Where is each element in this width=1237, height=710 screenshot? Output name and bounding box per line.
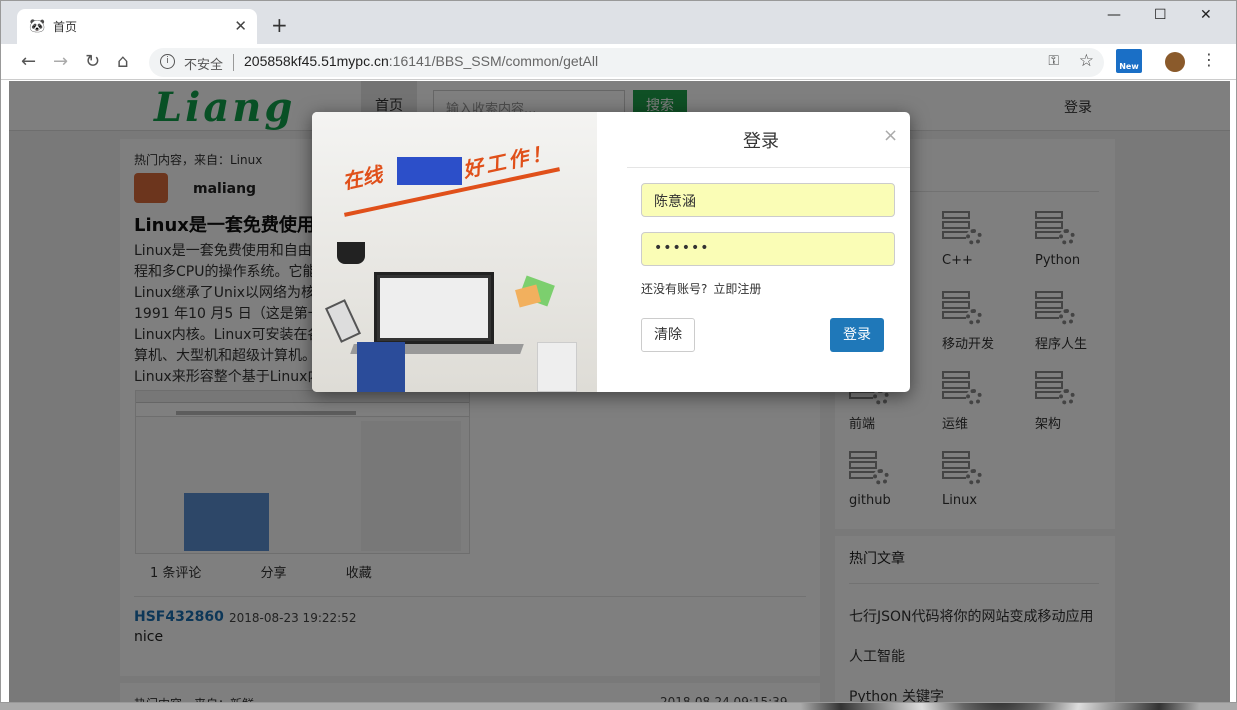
minimize-button[interactable]: — (1107, 7, 1121, 23)
slogan-left: 在线 (340, 162, 385, 194)
maximize-button[interactable]: ☐ (1154, 7, 1167, 23)
coffee-cup-icon (337, 242, 365, 264)
web-page: Liang 首页 输入收索内容... 搜索 登录 热门内容，来自：Linux m… (9, 81, 1230, 702)
phone-icon (325, 299, 361, 343)
slogan-right: 好工作！ (460, 139, 556, 183)
username-input[interactable]: 陈意涵 (641, 183, 895, 217)
window-close-button[interactable]: ✕ (1200, 7, 1212, 23)
bookmark-star-icon[interactable]: ☆ (1079, 51, 1094, 71)
login-modal: 在线 好工作！ 登录 × 陈意涵 •••••• 还没有账号? 立即注册 清除 登录 (312, 112, 910, 392)
profile-avatar[interactable] (1165, 52, 1185, 72)
login-button[interactable]: 登录 (830, 318, 884, 352)
clear-button[interactable]: 清除 (641, 318, 695, 352)
address-bar[interactable]: i 不安全 205858kf45.51mypc.cn:16141/BBS_SSM… (149, 48, 1104, 77)
tab-strip: 🐼 首页 ✕ + — ☐ ✕ (1, 1, 1236, 44)
extension-new-icon[interactable]: New (1116, 49, 1142, 73)
modal-title: 登录 (743, 131, 779, 152)
forward-icon[interactable]: → (53, 51, 68, 72)
url-path: :16141/BBS_SSM/common/getAll (388, 53, 599, 69)
browser-menu-icon[interactable]: ⋮ (1201, 50, 1217, 69)
key-icon[interactable]: ⚿ (1048, 53, 1059, 69)
new-tab-button[interactable]: + (271, 13, 288, 37)
tab-title: 首页 (53, 20, 78, 34)
slogan-redaction (397, 157, 462, 185)
browser-toolbar: ← → ↻ ⌂ i 不安全 205858kf45.51mypc.cn:16141… (1, 44, 1236, 80)
url-text[interactable]: 205858kf45.51mypc.cn:16141/BBS_SSM/commo… (244, 53, 598, 69)
password-input[interactable]: •••••• (641, 232, 895, 266)
insecure-label: 不安全 (184, 58, 224, 73)
register-prompt: 还没有账号? 立即注册 (641, 280, 761, 297)
address-separator (233, 54, 234, 71)
no-account-text: 还没有账号? (641, 282, 708, 296)
modal-divider (627, 167, 910, 168)
tab-close-icon[interactable]: ✕ (234, 17, 247, 35)
login-hero-image: 在线 好工作！ (312, 112, 597, 392)
favicon-icon: 🐼 (29, 19, 46, 34)
tab-home[interactable]: 🐼 首页 ✕ (17, 9, 257, 44)
register-link[interactable]: 立即注册 (713, 282, 761, 296)
back-icon[interactable]: ← (21, 51, 36, 72)
reload-icon[interactable]: ↻ (85, 51, 100, 72)
home-icon[interactable]: ⌂ (117, 51, 128, 72)
browser-window: 🐼 首页 ✕ + — ☐ ✕ ← → ↻ ⌂ i 不安全 205858kf45.… (0, 0, 1237, 703)
info-icon[interactable]: i (160, 54, 175, 69)
modal-close-icon[interactable]: × (883, 125, 898, 146)
url-host: 205858kf45.51mypc.cn (244, 53, 389, 69)
